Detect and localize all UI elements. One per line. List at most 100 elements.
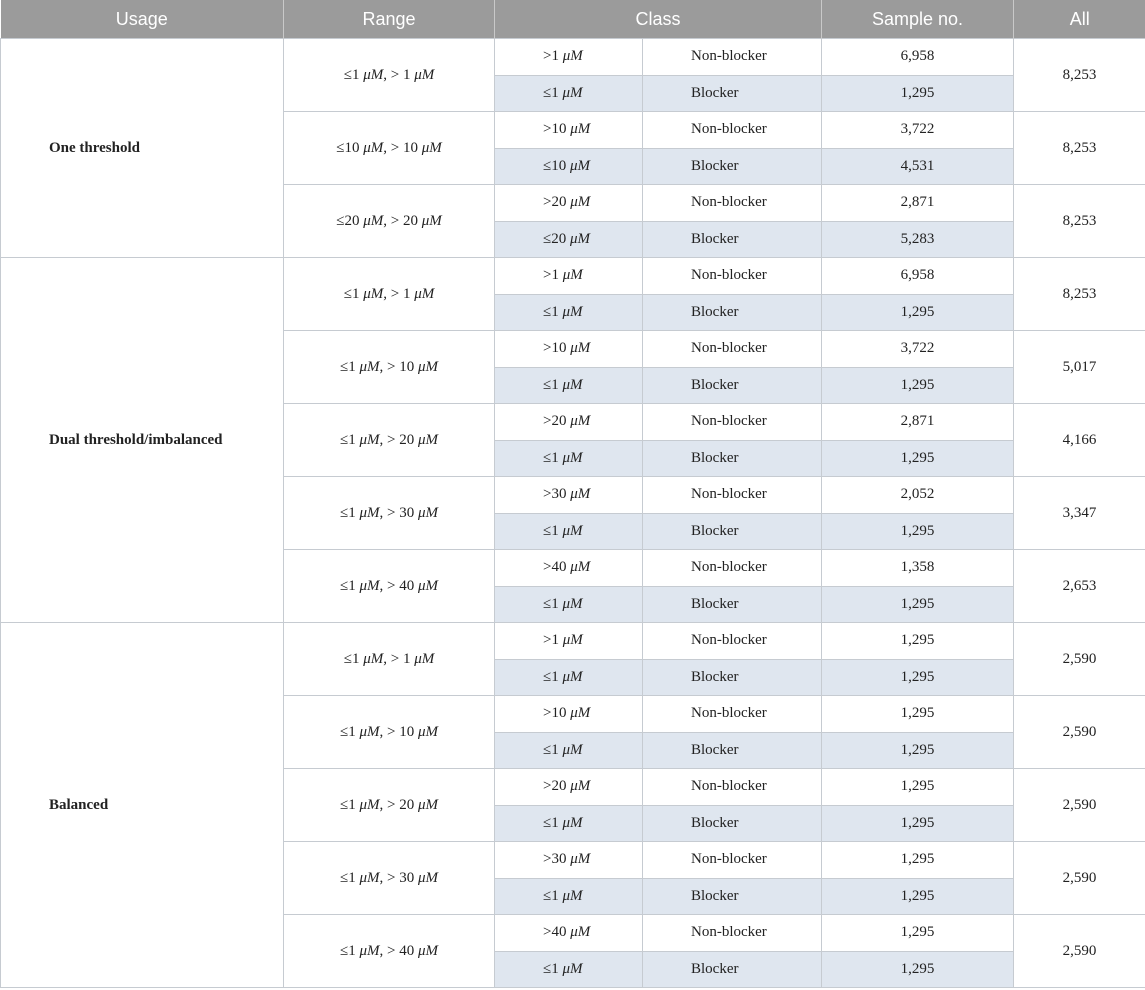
class-cell: Blocker xyxy=(641,439,823,477)
class-cell: Blocker xyxy=(641,585,823,623)
sample-count-cell: 1,295 xyxy=(821,366,1015,404)
threshold-cell: >1 μM xyxy=(494,257,643,295)
all-count-cell: 4,166 xyxy=(1013,403,1145,477)
table-row: Dual threshold/imbalanced ≤1 μM, > 1 μM >1… xyxy=(0,257,1145,623)
sample-count-cell: 1,295 xyxy=(821,950,1015,988)
all-count-cell: 2,590 xyxy=(1013,841,1145,915)
all-count-cell: 2,590 xyxy=(1013,622,1145,696)
class-cell: Non-blocker xyxy=(641,841,823,879)
sample-count-cell: 1,295 xyxy=(821,512,1015,550)
class-cell: Blocker xyxy=(641,220,823,258)
all-count-cell: 2,590 xyxy=(1013,695,1145,769)
class-cell: Non-blocker xyxy=(641,330,823,368)
class-cell: Non-blocker xyxy=(641,622,823,660)
header-sample-no: Sample no. xyxy=(821,0,1015,39)
class-cell: Non-blocker xyxy=(641,111,823,149)
sample-count-cell: 1,295 xyxy=(821,914,1015,952)
usage-cell: Dual threshold/imbalanced xyxy=(0,257,284,623)
all-count-cell: 8,253 xyxy=(1013,257,1145,331)
class-cell: Non-blocker xyxy=(641,768,823,806)
range-cell: ≤1 μM, > 40 μM xyxy=(283,549,495,623)
class-cell: Blocker xyxy=(641,731,823,769)
threshold-cell: ≤1 μM xyxy=(494,950,643,988)
class-cell: Blocker xyxy=(641,950,823,988)
all-count-cell: 8,253 xyxy=(1013,184,1145,258)
threshold-cell: ≤20 μM xyxy=(494,220,643,258)
threshold-cell: ≤1 μM xyxy=(494,439,643,477)
sample-count-cell: 6,958 xyxy=(821,38,1015,76)
sample-count-cell: 1,295 xyxy=(821,877,1015,915)
range-cell: ≤1 μM, > 30 μM xyxy=(283,476,495,550)
sample-count-cell: 1,295 xyxy=(821,293,1015,331)
threshold-cell: ≤1 μM xyxy=(494,366,643,404)
range-cell: ≤1 μM, > 1 μM xyxy=(283,38,495,112)
threshold-cell: >10 μM xyxy=(494,111,643,149)
sample-count-cell: 1,295 xyxy=(821,841,1015,879)
threshold-cell: ≤1 μM xyxy=(494,804,643,842)
range-cell: ≤1 μM, > 1 μM xyxy=(283,257,495,331)
sample-count-cell: 1,358 xyxy=(821,549,1015,587)
threshold-cell: >10 μM xyxy=(494,695,643,733)
class-cell: Non-blocker xyxy=(641,184,823,222)
sample-count-cell: 6,958 xyxy=(821,257,1015,295)
sample-count-cell: 4,531 xyxy=(821,147,1015,185)
all-count-cell: 2,590 xyxy=(1013,914,1145,988)
sample-count-cell: 1,295 xyxy=(821,439,1015,477)
class-cell: Blocker xyxy=(641,293,823,331)
all-count-cell: 3,347 xyxy=(1013,476,1145,550)
threshold-cell: >30 μM xyxy=(494,841,643,879)
threshold-cell: >20 μM xyxy=(494,403,643,441)
range-cell: ≤1 μM, > 30 μM xyxy=(283,841,495,915)
sample-count-cell: 1,295 xyxy=(821,622,1015,660)
sample-count-cell: 3,722 xyxy=(821,330,1015,368)
sample-count-cell: 1,295 xyxy=(821,74,1015,112)
sample-count-cell: 1,295 xyxy=(821,768,1015,806)
threshold-cell: ≤1 μM xyxy=(494,877,643,915)
table-row: One threshold ≤1 μM, > 1 μM >1 μM Non-block… xyxy=(0,38,1145,258)
sample-count-cell: 1,295 xyxy=(821,731,1015,769)
sample-count-cell: 1,295 xyxy=(821,804,1015,842)
sample-count-cell: 1,295 xyxy=(821,585,1015,623)
usage-cell: Balanced xyxy=(0,622,284,988)
sample-count-cell: 5,283 xyxy=(821,220,1015,258)
table-row: Balanced ≤1 μM, > 1 μM >1 μM Non-blocker 1,2… xyxy=(0,622,1145,988)
class-cell: Non-blocker xyxy=(641,257,823,295)
class-cell: Non-blocker xyxy=(641,38,823,76)
range-cell: ≤1 μM, > 10 μM xyxy=(283,330,495,404)
threshold-cell: >1 μM xyxy=(494,38,643,76)
usage-cell: One threshold xyxy=(0,38,284,258)
sample-count-cell: 2,871 xyxy=(821,403,1015,441)
threshold-cell: ≤1 μM xyxy=(494,512,643,550)
class-cell: Non-blocker xyxy=(641,403,823,441)
range-cell: ≤1 μM, > 20 μM xyxy=(283,768,495,842)
class-cell: Blocker xyxy=(641,804,823,842)
range-cell: ≤1 μM, > 1 μM xyxy=(283,622,495,696)
table-body: One threshold ≤1 μM, > 1 μM >1 μM Non-block… xyxy=(0,38,1145,988)
class-cell: Blocker xyxy=(641,877,823,915)
sample-count-cell: 3,722 xyxy=(821,111,1015,149)
threshold-cell: ≤1 μM xyxy=(494,585,643,623)
class-cell: Blocker xyxy=(641,74,823,112)
class-cell: Non-blocker xyxy=(641,914,823,952)
all-count-cell: 8,253 xyxy=(1013,111,1145,185)
range-cell: ≤10 μM, > 10 μM xyxy=(283,111,495,185)
range-cell: ≤1 μM, > 20 μM xyxy=(283,403,495,477)
class-cell: Blocker xyxy=(641,366,823,404)
sample-count-cell: 1,295 xyxy=(821,658,1015,696)
sample-count-cell: 1,295 xyxy=(821,695,1015,733)
threshold-cell: >20 μM xyxy=(494,768,643,806)
all-count-cell: 2,653 xyxy=(1013,549,1145,623)
sample-count-cell: 2,052 xyxy=(821,476,1015,514)
threshold-cell: ≤1 μM xyxy=(494,74,643,112)
all-count-cell: 5,017 xyxy=(1013,330,1145,404)
class-cell: Non-blocker xyxy=(641,476,823,514)
header-row: Usage Range Class Sample no. All xyxy=(0,0,1145,39)
class-cell: Non-blocker xyxy=(641,549,823,587)
threshold-cell: ≤1 μM xyxy=(494,293,643,331)
header-all: All xyxy=(1013,0,1145,39)
sample-count-cell: 2,871 xyxy=(821,184,1015,222)
header-range: Range xyxy=(283,0,495,39)
threshold-cell: ≤1 μM xyxy=(494,731,643,769)
threshold-cell: >20 μM xyxy=(494,184,643,222)
range-cell: ≤1 μM, > 40 μM xyxy=(283,914,495,988)
